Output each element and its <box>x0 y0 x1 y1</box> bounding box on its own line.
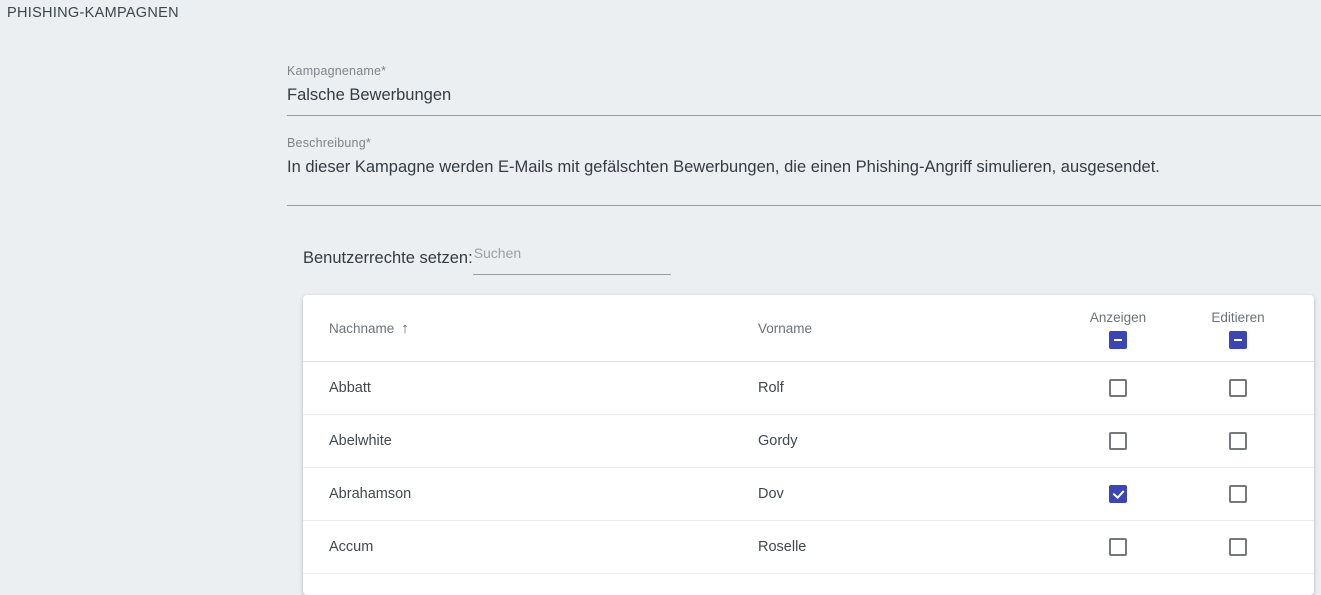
nachname-cell: Abbatt <box>303 380 758 396</box>
search-input[interactable] <box>473 243 672 261</box>
vorname-cell: Roselle <box>758 539 1058 555</box>
page-title: PHISHING-KAMPAGNEN <box>7 5 179 21</box>
campaign-name-input[interactable]: Falsche Bewerbungen <box>287 85 1321 106</box>
anzeigen-checkbox[interactable] <box>1109 485 1127 503</box>
vorname-cell: Gordy <box>758 433 1058 449</box>
permissions-label: Benutzerrechte setzen: <box>303 243 473 268</box>
anzeigen-select-all-checkbox[interactable] <box>1109 331 1127 349</box>
editieren-checkbox[interactable] <box>1229 379 1247 397</box>
vorname-cell: Rolf <box>758 380 1058 396</box>
description-input[interactable]: In dieser Kampagne werden E-Mails mit ge… <box>287 157 1321 178</box>
table-body: AbbattRolfAbelwhiteGordyAbrahamsonDovAcc… <box>303 362 1314 574</box>
editieren-select-all-checkbox[interactable] <box>1229 331 1247 349</box>
editieren-checkbox[interactable] <box>1229 432 1247 450</box>
description-label: Beschreibung* <box>287 136 1321 150</box>
sort-ascending-icon: ↑ <box>401 320 409 337</box>
column-header-vorname[interactable]: Vorname <box>758 321 1058 336</box>
nachname-header-label: Nachname <box>329 321 394 336</box>
nachname-cell: Abrahamson <box>303 486 758 502</box>
anzeigen-checkbox[interactable] <box>1109 538 1127 556</box>
campaign-name-label: Kampagnename* <box>287 64 1321 78</box>
column-header-editieren: Editieren <box>1211 310 1264 325</box>
anzeigen-checkbox[interactable] <box>1109 379 1127 397</box>
campaign-name-field: Kampagnename* Falsche Bewerbungen <box>287 64 1321 116</box>
vorname-cell: Dov <box>758 486 1058 502</box>
permissions-section: Benutzerrechte setzen: <box>303 243 671 275</box>
search-field <box>473 243 671 275</box>
nachname-cell: Abelwhite <box>303 433 758 449</box>
table-row: AccumRoselle <box>303 521 1314 574</box>
description-field: Beschreibung* In dieser Kampagne werden … <box>287 136 1321 206</box>
table-row: AbrahamsonDov <box>303 468 1314 521</box>
table-header-row: Nachname ↑ Vorname Anzeigen Editieren <box>303 295 1314 362</box>
user-permissions-table: Nachname ↑ Vorname Anzeigen Editieren Ab… <box>303 295 1314 595</box>
anzeigen-checkbox[interactable] <box>1109 432 1127 450</box>
nachname-cell: Accum <box>303 539 758 555</box>
editieren-checkbox[interactable] <box>1229 485 1247 503</box>
table-row: AbbattRolf <box>303 362 1314 415</box>
table-row: AbelwhiteGordy <box>303 415 1314 468</box>
column-header-anzeigen: Anzeigen <box>1090 310 1146 325</box>
column-header-nachname[interactable]: Nachname ↑ <box>329 320 758 337</box>
editieren-checkbox[interactable] <box>1229 538 1247 556</box>
